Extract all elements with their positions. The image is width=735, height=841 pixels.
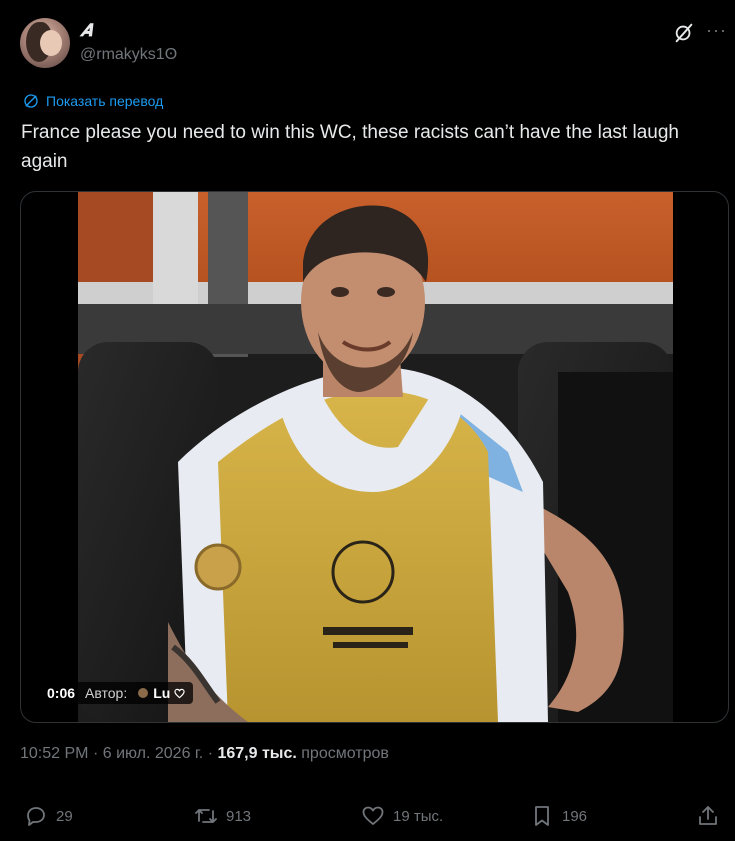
reply-button[interactable]: 29 [24,804,73,828]
views-label: просмотров [301,745,389,762]
display-name[interactable]: 𝑨 [80,21,92,41]
tweet-meta: 10:52 PM · 6 июл. 2026 г. · 167,9 тыс. п… [20,745,389,763]
video-author[interactable]: Lu [137,685,185,701]
heart-icon [362,806,384,825]
share-icon [699,806,717,825]
more-icon[interactable]: ··· [706,20,727,41]
bookmark-button[interactable]: 196 [530,804,587,828]
bookmark-icon [535,806,549,826]
view-count: 167,9 тыс. [217,745,297,762]
heart-small-icon [174,688,185,698]
like-count: 19 тыс. [393,807,444,825]
meta-separator: · [92,745,103,762]
video-author-name: Lu [153,685,171,701]
video-duration: 0:06 [47,685,76,701]
bookmark-count: 196 [562,807,588,825]
repost-button[interactable]: 913 [194,804,251,828]
tweet-date[interactable]: 6 июл. 2026 г. [103,745,204,762]
action-bar: 29 913 19 тыс. 196 [20,804,720,834]
globe-icon [24,94,38,108]
video-author-label: Автор: [85,685,128,701]
author-avatar-icon [138,688,149,698]
video-overlay: 0:06 Автор: Lu [39,682,194,704]
grok-icon[interactable] [673,22,695,44]
show-translation-label: Показать перевод [46,93,164,109]
avatar-face [40,30,62,56]
avatar[interactable] [20,18,70,68]
video-player[interactable]: 0:06 Автор: Lu [20,191,729,723]
repost-icon [195,809,217,823]
show-translation-link[interactable]: Показать перевод [22,92,163,110]
user-handle[interactable]: @rmakyks1ʘ [80,46,177,64]
share-button[interactable] [696,804,720,828]
tweet-text: France please you need to win this WC, t… [21,122,679,172]
video-frame[interactable] [78,192,673,722]
video-still [78,192,673,722]
repost-count: 913 [226,807,252,825]
reply-count: 29 [56,807,73,825]
like-button[interactable]: 19 тыс. [361,804,443,828]
reply-icon [27,807,45,826]
tweet-time[interactable]: 10:52 PM [20,745,88,762]
